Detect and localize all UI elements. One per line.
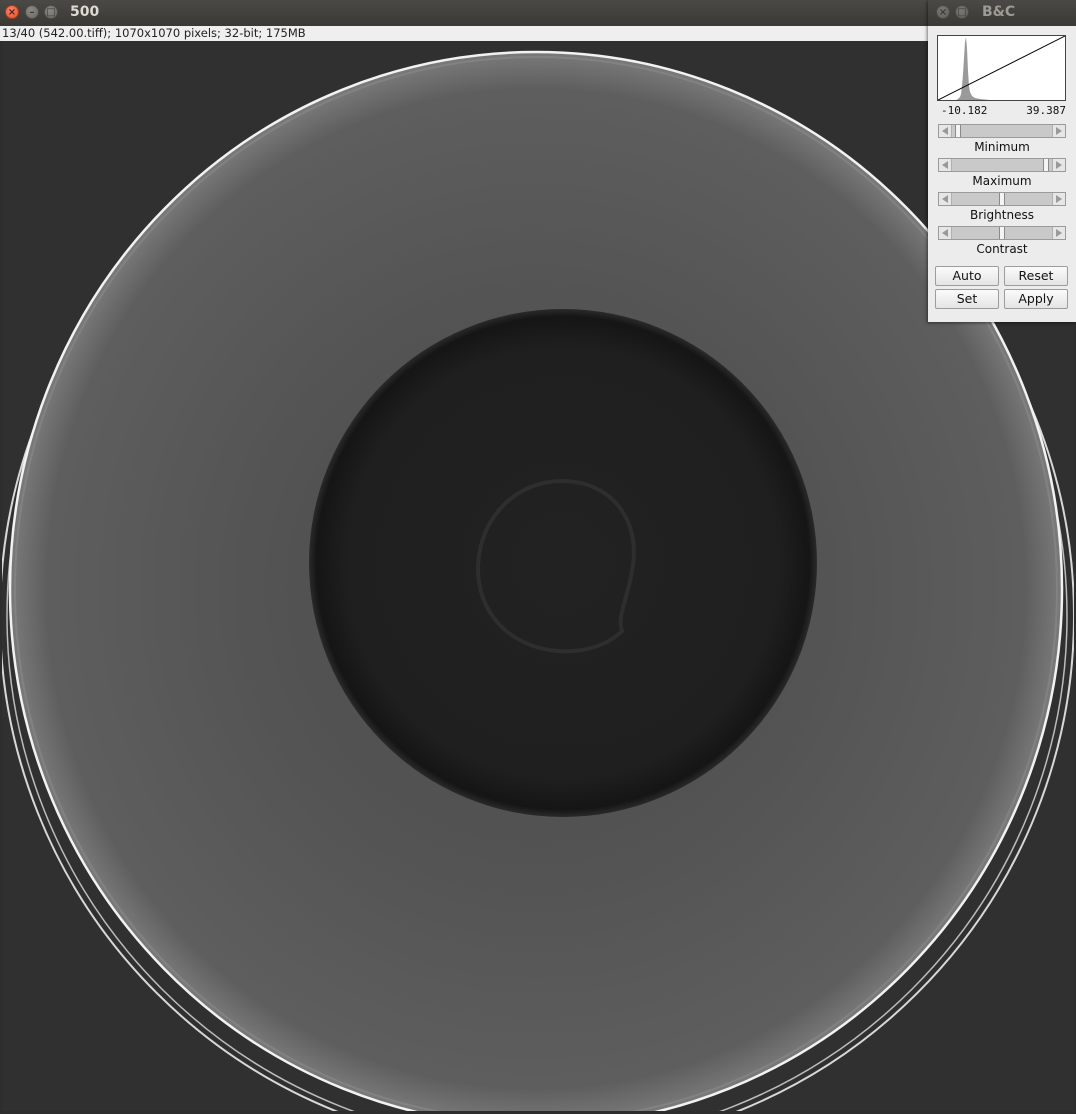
histogram — [937, 35, 1066, 101]
histogram-max-value: 39.387 — [1026, 104, 1066, 117]
right-arrow-icon[interactable] — [1052, 227, 1065, 239]
brightness-contrast-panel: × □ B&C -10.182 39.387 Minimum Maximum B… — [928, 0, 1076, 322]
right-arrow-icon[interactable] — [1052, 159, 1065, 171]
maximum-slider[interactable] — [938, 158, 1066, 172]
bc-window-title: B&C — [982, 4, 1016, 20]
left-arrow-icon[interactable] — [939, 125, 952, 137]
maximize-icon[interactable]: □ — [44, 5, 58, 19]
image-window: × – □ 500 13/40 (542.00.tiff); 1070x1070… — [0, 0, 1076, 1114]
histogram-bars — [956, 37, 990, 100]
histogram-plot — [938, 36, 1065, 100]
set-button[interactable]: Set — [935, 289, 999, 309]
bc-titlebar[interactable]: × □ B&C — [928, 0, 1076, 26]
minimum-slider[interactable] — [938, 124, 1066, 138]
maximum-label: Maximum — [972, 174, 1032, 188]
slider-thumb[interactable] — [1043, 159, 1050, 171]
minimize-icon[interactable]: – — [25, 5, 39, 19]
image-info-bar: 13/40 (542.00.tiff); 1070x1070 pixels; 3… — [0, 26, 1076, 41]
right-arrow-icon[interactable] — [1052, 125, 1065, 137]
contrast-label: Contrast — [976, 242, 1028, 256]
left-arrow-icon[interactable] — [939, 193, 952, 205]
contrast-slider[interactable] — [938, 226, 1066, 240]
brightness-label: Brightness — [970, 208, 1034, 222]
ct-slice-image — [2, 41, 1074, 1111]
apply-button[interactable]: Apply — [1004, 289, 1068, 309]
left-arrow-icon[interactable] — [939, 227, 952, 239]
close-icon[interactable]: × — [5, 5, 19, 19]
right-arrow-icon[interactable] — [1052, 193, 1065, 205]
left-arrow-icon[interactable] — [939, 159, 952, 171]
image-canvas[interactable] — [2, 41, 1074, 1111]
reset-button[interactable]: Reset — [1004, 266, 1068, 286]
histogram-min-value: -10.182 — [941, 104, 988, 117]
slider-thumb[interactable] — [999, 193, 1005, 205]
close-icon[interactable]: × — [936, 5, 950, 19]
auto-button[interactable]: Auto — [935, 266, 999, 286]
minimum-label: Minimum — [974, 140, 1030, 154]
maximize-icon[interactable]: □ — [955, 5, 969, 19]
brightness-slider[interactable] — [938, 192, 1066, 206]
slider-thumb[interactable] — [999, 227, 1005, 239]
slider-thumb[interactable] — [954, 125, 961, 137]
display-range-line — [938, 36, 1065, 100]
inner-dark-disc — [309, 309, 817, 817]
window-title: 500 — [70, 4, 100, 20]
image-window-titlebar[interactable]: × – □ 500 — [0, 0, 1076, 26]
